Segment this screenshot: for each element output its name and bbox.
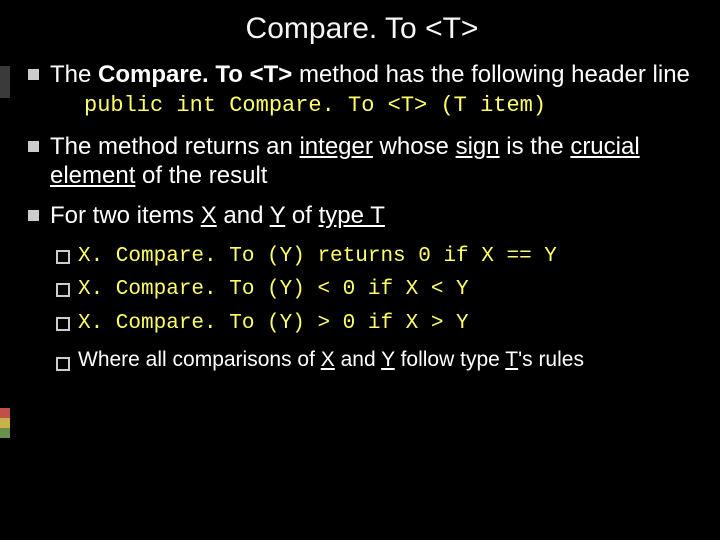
s4-t3: follow type bbox=[395, 348, 506, 371]
b2-t4: of the result bbox=[135, 162, 267, 189]
slide-title: Compare. To <T> bbox=[28, 12, 696, 46]
b3-y: Y bbox=[270, 202, 286, 229]
sub-3: X. Compare. To (Y) > 0 if X > Y bbox=[56, 307, 696, 341]
b2-t1: The method returns an bbox=[50, 133, 299, 160]
s4-t1: Where all comparisons of bbox=[78, 348, 321, 371]
bullet-1: The Compare. To <T> method has the follo… bbox=[28, 60, 696, 120]
code-header-line: public int Compare. To <T> (T item) bbox=[84, 93, 696, 120]
b1-pre: The bbox=[50, 61, 98, 88]
slide: Compare. To <T> The Compare. To <T> meth… bbox=[0, 0, 720, 403]
b3-tt: type T bbox=[319, 202, 385, 229]
s4-tt: T bbox=[505, 348, 518, 371]
b2-u2: sign bbox=[456, 133, 500, 160]
sub-4: Where all comparisons of X and Y follow … bbox=[56, 347, 696, 373]
b2-u1: integer bbox=[299, 133, 372, 160]
accent-bar bbox=[0, 428, 10, 438]
bullet-3: For two items X and Y of type T X. Compa… bbox=[28, 201, 696, 373]
b2-t2: whose bbox=[373, 133, 456, 160]
b1-bold: Compare. To <T> bbox=[98, 61, 292, 88]
sub-1: X. Compare. To (Y) returns 0 if X == Y bbox=[56, 240, 696, 274]
b3-x: X bbox=[201, 202, 217, 229]
sub-2: X. Compare. To (Y) < 0 if X < Y bbox=[56, 273, 696, 307]
b2-t3: is the bbox=[500, 133, 571, 160]
b3-t3: of bbox=[285, 202, 318, 229]
s4-t4: 's rules bbox=[518, 348, 584, 371]
b3-t1: For two items bbox=[50, 202, 201, 229]
b3-t2: and bbox=[217, 202, 270, 229]
accent-bar bbox=[0, 66, 10, 98]
s4-x: X bbox=[321, 348, 335, 371]
sub-list: X. Compare. To (Y) returns 0 if X == Y X… bbox=[56, 240, 696, 373]
accent-bar bbox=[0, 408, 10, 418]
bullet-2: The method returns an integer whose sign… bbox=[28, 132, 696, 191]
accent-bar bbox=[0, 418, 10, 428]
bullet-list: The Compare. To <T> method has the follo… bbox=[28, 60, 696, 373]
s4-y: Y bbox=[381, 348, 395, 371]
s4-t2: and bbox=[335, 348, 381, 371]
b1-post: method has the following header line bbox=[292, 61, 690, 88]
